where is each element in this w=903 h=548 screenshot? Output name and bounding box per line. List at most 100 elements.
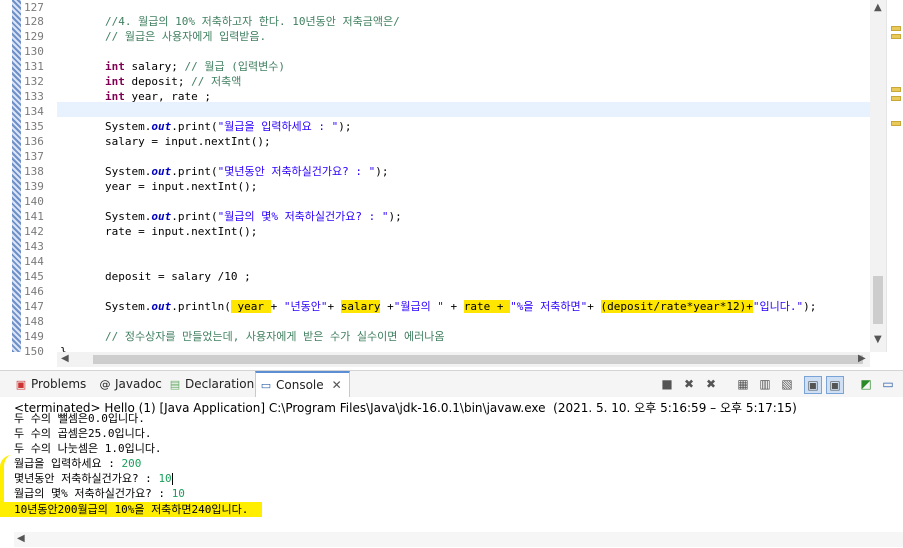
code-string: "몇년동안 저축하실건가요? : "	[217, 165, 376, 178]
code-line-142[interactable]: rate = input.nextInt();	[105, 224, 257, 239]
code-text: .print(	[171, 165, 218, 178]
code-line-145[interactable]: deposit = salary /10 ;	[105, 269, 251, 284]
close-icon[interactable]: ✕	[332, 378, 342, 392]
show-on-stdout-icon[interactable]: ▣	[804, 376, 822, 394]
line-number: 133	[24, 90, 44, 103]
occurrence-marker[interactable]	[891, 96, 901, 101]
line-number: 135	[24, 120, 44, 133]
code-text: System.	[105, 300, 152, 313]
scroll-right-icon[interactable]: ▶	[858, 353, 866, 364]
console-line: 몇년동안 저축하실건가요? : 10	[14, 471, 173, 486]
code-comment: // 저축액	[191, 75, 242, 88]
line-number: 139	[24, 180, 44, 193]
text-cursor	[171, 473, 173, 485]
code-line-129[interactable]: // 월급은 사용자에게 입력받음.	[105, 29, 266, 44]
keyword: int	[105, 90, 125, 103]
field-out: out	[151, 210, 172, 223]
line-number: 143	[24, 240, 44, 253]
code-editor[interactable]: 127 128 129 130 131 132 133 134 135 136 137 138 139 1…	[0, 0, 903, 367]
code-line-149[interactable]: // 정수상자를 만들었는데, 사용자에게 받은 수가 실수이면 에러나옴	[105, 329, 444, 344]
tab-label: Javadoc	[115, 377, 162, 391]
code-line-150[interactable]: }	[60, 344, 67, 352]
tab-label: Declaration	[185, 377, 255, 391]
declaration-icon: ▤	[169, 378, 181, 391]
scroll-left-icon[interactable]: ◀	[61, 353, 69, 364]
console-result-line: 10년동안200월급의 10%을 저축하면240입니다.	[0, 502, 262, 517]
line-number: 144	[24, 255, 44, 268]
overview-ruler[interactable]	[886, 0, 903, 352]
code-line-141[interactable]: System.out.print("월급의 몇% 저축하실건가요? : ");	[105, 209, 402, 224]
highlight-year: year	[230, 300, 271, 313]
code-text: deposit;	[124, 75, 192, 88]
line-number: 136	[24, 135, 44, 148]
display-console-icon[interactable]: ▭	[880, 376, 896, 392]
code-text: year, rate ;	[124, 90, 211, 103]
code-line-138[interactable]: System.out.print("몇년동안 저축하실건가요? : ");	[105, 164, 389, 179]
console-prompt: 몇년동안 저축하실건가요? :	[14, 472, 159, 485]
clear-console-icon[interactable]: ▦	[735, 376, 751, 392]
code-string: "월급의 "	[393, 300, 444, 313]
current-line-highlight	[57, 102, 870, 117]
line-number: 140	[24, 195, 44, 208]
code-line-136[interactable]: salary = input.nextInt();	[105, 134, 271, 149]
code-text: +	[380, 300, 394, 313]
console-output[interactable]: <terminated> Hello (1) [Java Application…	[0, 397, 903, 548]
line-number: 127	[24, 1, 44, 14]
code-line-139[interactable]: year = input.nextInt();	[105, 179, 257, 194]
code-line-133[interactable]: int year, rate ;	[105, 89, 211, 104]
word-wrap-icon[interactable]: ▧	[779, 376, 795, 392]
editor-vertical-scrollbar[interactable]: ▲ ▼	[870, 0, 886, 352]
occurrence-marker[interactable]	[891, 34, 901, 39]
code-text: );	[803, 300, 817, 313]
remove-launch-icon[interactable]: ✖	[681, 376, 697, 392]
code-comment: // 월급 (입력변수)	[184, 60, 285, 73]
editor-horizontal-scrollbar[interactable]: ◀ ▶	[57, 352, 870, 367]
code-text: salary;	[124, 60, 185, 73]
code-text: +	[327, 300, 341, 313]
occurrence-marker[interactable]	[891, 26, 901, 31]
javadoc-icon: @	[99, 378, 111, 391]
line-number: 145	[24, 270, 44, 283]
code-string: "년동안"	[283, 300, 328, 313]
line-number: 141	[24, 210, 44, 223]
code-text: System.	[105, 120, 152, 133]
code-line-147[interactable]: System.out.println( year + "년동안"+ salary…	[105, 299, 816, 314]
occurrence-marker[interactable]	[891, 87, 901, 92]
line-number: 146	[24, 285, 44, 298]
tab-console[interactable]: ▭ Console ✕	[255, 371, 350, 399]
console-line: 월급을 입력하세요 : 200	[14, 456, 141, 471]
console-prompt: 월급의 몇% 저축하실건가요? :	[14, 487, 172, 500]
field-out: out	[151, 120, 172, 133]
code-string: "월급을 입력하세요 : "	[217, 120, 339, 133]
code-line-131[interactable]: int salary; // 월급 (입력변수)	[105, 59, 285, 74]
problems-icon: ▣	[15, 378, 27, 391]
code-text: +	[270, 300, 284, 313]
tab-declaration[interactable]: ▤ Declaration	[168, 371, 254, 398]
line-number: 142	[24, 225, 44, 238]
console-line: 두 수의 나눗셈은 1.0입니다.	[14, 442, 162, 455]
scroll-left-icon[interactable]: ◀	[17, 533, 25, 544]
scroll-lock-icon[interactable]: ▥	[757, 376, 773, 392]
line-number: 138	[24, 165, 44, 178]
line-number: 150	[24, 345, 44, 358]
occurrence-marker[interactable]	[891, 121, 901, 126]
terminate-icon[interactable]: ■	[659, 376, 675, 392]
scrollbar-thumb[interactable]	[93, 355, 863, 364]
console-icon: ▭	[260, 379, 272, 392]
code-line-128[interactable]: //4. 월급의 10% 저축하고자 한다. 10년동안 저축금액은/	[105, 14, 400, 29]
show-on-stderr-icon[interactable]: ▣	[826, 376, 844, 394]
scrollbar-thumb[interactable]	[873, 276, 883, 324]
tab-problems[interactable]: ▣ Problems	[14, 371, 87, 398]
scroll-down-icon[interactable]: ▼	[874, 334, 882, 345]
open-console-icon[interactable]: ◩	[858, 376, 874, 392]
tab-javadoc[interactable]: @ Javadoc	[98, 371, 162, 398]
highlight-expression: (deposit/rate*year*12)+	[600, 300, 753, 313]
remove-all-terminated-icon[interactable]: ✖	[703, 376, 719, 392]
code-text: System.	[105, 165, 152, 178]
code-line-135[interactable]: System.out.print("월급을 입력하세요 : ");	[105, 119, 352, 134]
scroll-up-icon[interactable]: ▲	[874, 2, 882, 13]
line-number: 148	[24, 315, 44, 328]
handwritten-highlight-bracket	[0, 455, 20, 515]
console-horizontal-scrollbar[interactable]: ◀	[14, 532, 903, 547]
code-line-132[interactable]: int deposit; // 저축액	[105, 74, 241, 89]
